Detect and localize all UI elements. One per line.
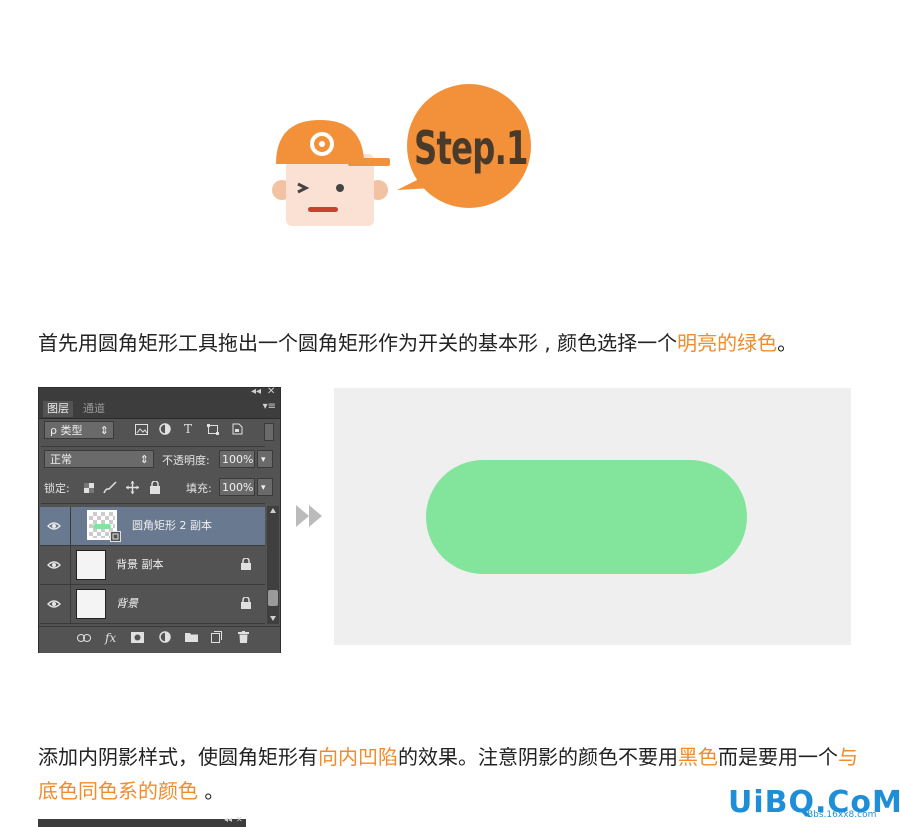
- instruction-paragraph-1: 首先用圆角矩形工具拖出一个圆角矩形作为开关的基本形 , 颜色选择一个明亮的绿色。: [38, 326, 868, 360]
- collapse-panel-icon: ◂◂: [224, 815, 233, 824]
- panel-divider: [41, 446, 265, 447]
- fill-dropdown-icon[interactable]: ▾: [257, 478, 273, 496]
- next-panel-peek: ◂◂ ✕: [38, 815, 246, 827]
- fill-input[interactable]: 100%: [219, 478, 255, 496]
- paragraph2-highlight-1: 向内凹陷: [318, 745, 398, 769]
- filter-kind-label: ρ 类型: [50, 424, 83, 437]
- scroll-thumb[interactable]: [268, 590, 278, 606]
- close-panel-icon[interactable]: ✕: [267, 386, 275, 397]
- tab-channels[interactable]: 通道: [79, 401, 109, 417]
- new-layer-icon[interactable]: [211, 631, 222, 643]
- paragraph1-text: 首先用圆角矩形工具拖出一个圆角矩形作为开关的基本形 , 颜色选择一个: [38, 331, 678, 355]
- lock-label: 锁定:: [44, 482, 70, 495]
- tab-layers[interactable]: 图层: [43, 401, 73, 417]
- opacity-input[interactable]: 100%: [219, 450, 255, 468]
- paragraph2-text-3: 而是要用一个: [718, 745, 838, 769]
- layers-bottom-toolbar: fx: [39, 626, 280, 653]
- layer-row-background[interactable]: 背景: [40, 585, 265, 624]
- delete-layer-icon[interactable]: [238, 631, 249, 643]
- collapse-panel-icon[interactable]: ◂◂: [251, 386, 261, 397]
- watermark-subtext: Bbs.16xx8.com: [807, 810, 877, 820]
- lock-all-icon[interactable]: [150, 481, 160, 494]
- add-mask-icon[interactable]: [131, 632, 144, 643]
- mascot-mouth: [308, 207, 338, 212]
- lock-icon: [241, 558, 251, 570]
- type-filter-icon[interactable]: T: [184, 422, 192, 436]
- layer-name[interactable]: 圆角矩形 2 副本: [132, 507, 212, 545]
- smart-object-filter-icon[interactable]: [231, 423, 243, 435]
- blend-row: 正常 ⇕ 不透明度: 100% ▾: [39, 450, 280, 472]
- canvas-preview: [334, 388, 851, 645]
- double-arrow-icon: [296, 505, 322, 527]
- layers-panel: ◂◂ ✕ 图层 通道 ▾≡ ρ 类型 ⇕ T 正常 ⇕ 不透明度: 100% ▾…: [38, 386, 281, 653]
- layer-row-rounded-rect-copy[interactable]: 圆角矩形 2 副本: [40, 507, 265, 546]
- shape-filter-icon[interactable]: [207, 424, 219, 435]
- layers-scrollbar[interactable]: [267, 506, 279, 624]
- eye-icon[interactable]: [47, 520, 61, 532]
- lock-pixels-icon[interactable]: [103, 481, 117, 494]
- paragraph2-text-2: 的效果。注意阴影的颜色不要用: [398, 745, 678, 769]
- fx-icon[interactable]: fx: [105, 631, 116, 645]
- filter-row: ρ 类型 ⇕ T: [39, 421, 280, 445]
- paragraph2-highlight-2: 黑色: [678, 745, 718, 769]
- panel-divider: [41, 503, 265, 504]
- step-title: Step.1: [414, 121, 529, 175]
- fill-label: 填充:: [186, 482, 212, 495]
- image-filter-icon[interactable]: [135, 424, 148, 435]
- opacity-label: 不透明度:: [162, 454, 210, 467]
- mascot-illustration: [272, 120, 390, 226]
- new-group-icon[interactable]: [185, 632, 198, 642]
- layer-name[interactable]: 背景 副本: [116, 546, 164, 584]
- scroll-down-icon[interactable]: [270, 616, 276, 621]
- layer-row-background-copy[interactable]: 背景 副本: [40, 546, 265, 585]
- blend-mode-select[interactable]: 正常 ⇕: [44, 450, 154, 468]
- vector-mask-icon: [110, 531, 121, 542]
- blend-mode-value: 正常: [50, 453, 72, 466]
- filter-toggle[interactable]: [264, 423, 274, 441]
- panel-menu-icon[interactable]: ▾≡: [263, 401, 276, 412]
- paragraph1-end: 。: [777, 331, 798, 355]
- paragraph1-highlight: 明亮的绿色: [677, 331, 778, 355]
- eye-icon[interactable]: [47, 559, 61, 571]
- eye-icon[interactable]: [47, 598, 61, 610]
- layer-thumbnail: [76, 589, 106, 619]
- paragraph2-text-4: 。: [198, 779, 225, 803]
- filter-arrow-icon: ⇕: [99, 424, 109, 437]
- adjustment-layer-icon[interactable]: [159, 631, 171, 643]
- blend-arrow-icon: ⇕: [139, 453, 149, 466]
- panel-title-bar: ◂◂ ✕: [39, 386, 280, 400]
- scroll-up-icon[interactable]: [270, 508, 276, 513]
- panel-tabs: 图层 通道 ▾≡: [39, 400, 280, 419]
- mascot-cap-brim: [348, 158, 390, 166]
- lock-icon: [241, 597, 251, 609]
- lock-position-icon[interactable]: [126, 481, 139, 494]
- adjustment-filter-icon[interactable]: [159, 423, 171, 435]
- lock-transparency-icon[interactable]: [84, 483, 94, 493]
- mascot-eye: [336, 184, 344, 192]
- opacity-dropdown-icon[interactable]: ▾: [257, 450, 273, 468]
- paragraph2-text-1: 添加内阴影样式，使圆角矩形有: [38, 745, 318, 769]
- layer-thumbnail: [76, 550, 106, 580]
- link-layers-icon[interactable]: [77, 634, 91, 642]
- rounded-rectangle-shape: [426, 460, 747, 574]
- lock-row: 锁定: 填充: 100% ▾: [39, 478, 280, 500]
- layer-name[interactable]: 背景: [116, 585, 138, 623]
- filter-kind-select[interactable]: ρ 类型 ⇕: [44, 421, 114, 439]
- close-panel-icon: ✕: [236, 815, 243, 824]
